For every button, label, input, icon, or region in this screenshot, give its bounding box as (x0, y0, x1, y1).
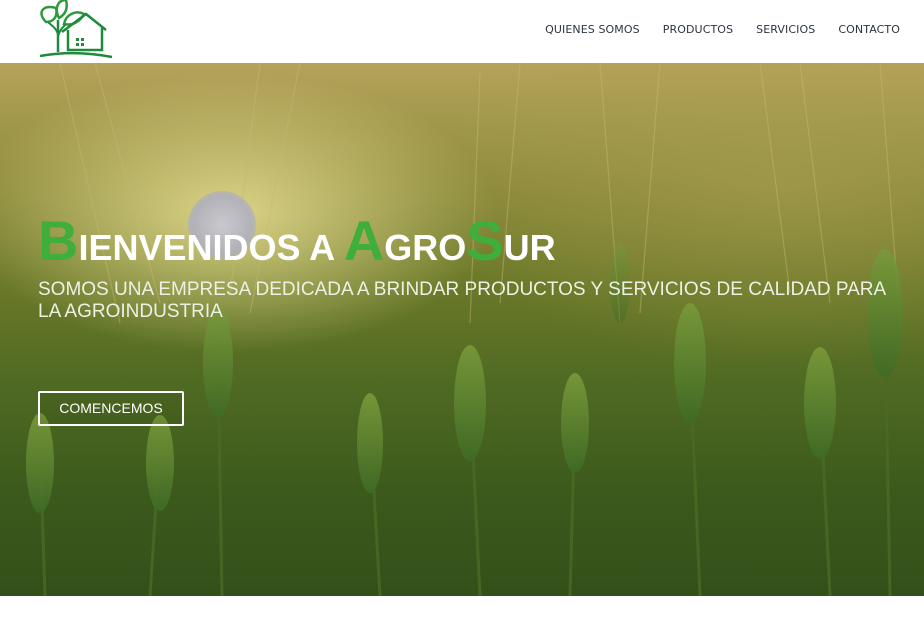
title-initial-s: S (466, 209, 504, 272)
hero-title: BIENVENIDOS A AGROSUR (38, 213, 556, 269)
main-nav: QUIENES SOMOS PRODUCTOS SERVICIOS CONTAC… (522, 23, 900, 36)
leaf-house-logo-icon (39, 0, 113, 59)
wheat-field-background (26, 63, 903, 596)
hero-banner: BIENVENIDOS A AGROSUR SOMOS UNA EMPRESA … (0, 63, 924, 596)
title-initial-a: A (343, 209, 385, 272)
title-text-ur: UR (503, 227, 556, 268)
title-text-bienvenidos: IENVENIDOS A (78, 227, 344, 268)
hero-subtitle: SOMOS UNA EMPRESA DEDICADA A BRINDAR PRO… (38, 279, 886, 322)
site-header: QUIENES SOMOS PRODUCTOS SERVICIOS CONTAC… (0, 0, 924, 63)
nav-item-servicios[interactable]: SERVICIOS (756, 23, 815, 36)
title-text-gro: GRO (384, 227, 467, 268)
comencemos-button[interactable]: COMENCEMOS (38, 391, 184, 426)
nav-item-contacto[interactable]: CONTACTO (838, 23, 900, 36)
logo[interactable] (36, 0, 114, 60)
nav-item-quienes-somos[interactable]: QUIENES SOMOS (545, 23, 640, 36)
nav-item-productos[interactable]: PRODUCTOS (663, 23, 733, 36)
title-initial-b: B (38, 209, 79, 272)
